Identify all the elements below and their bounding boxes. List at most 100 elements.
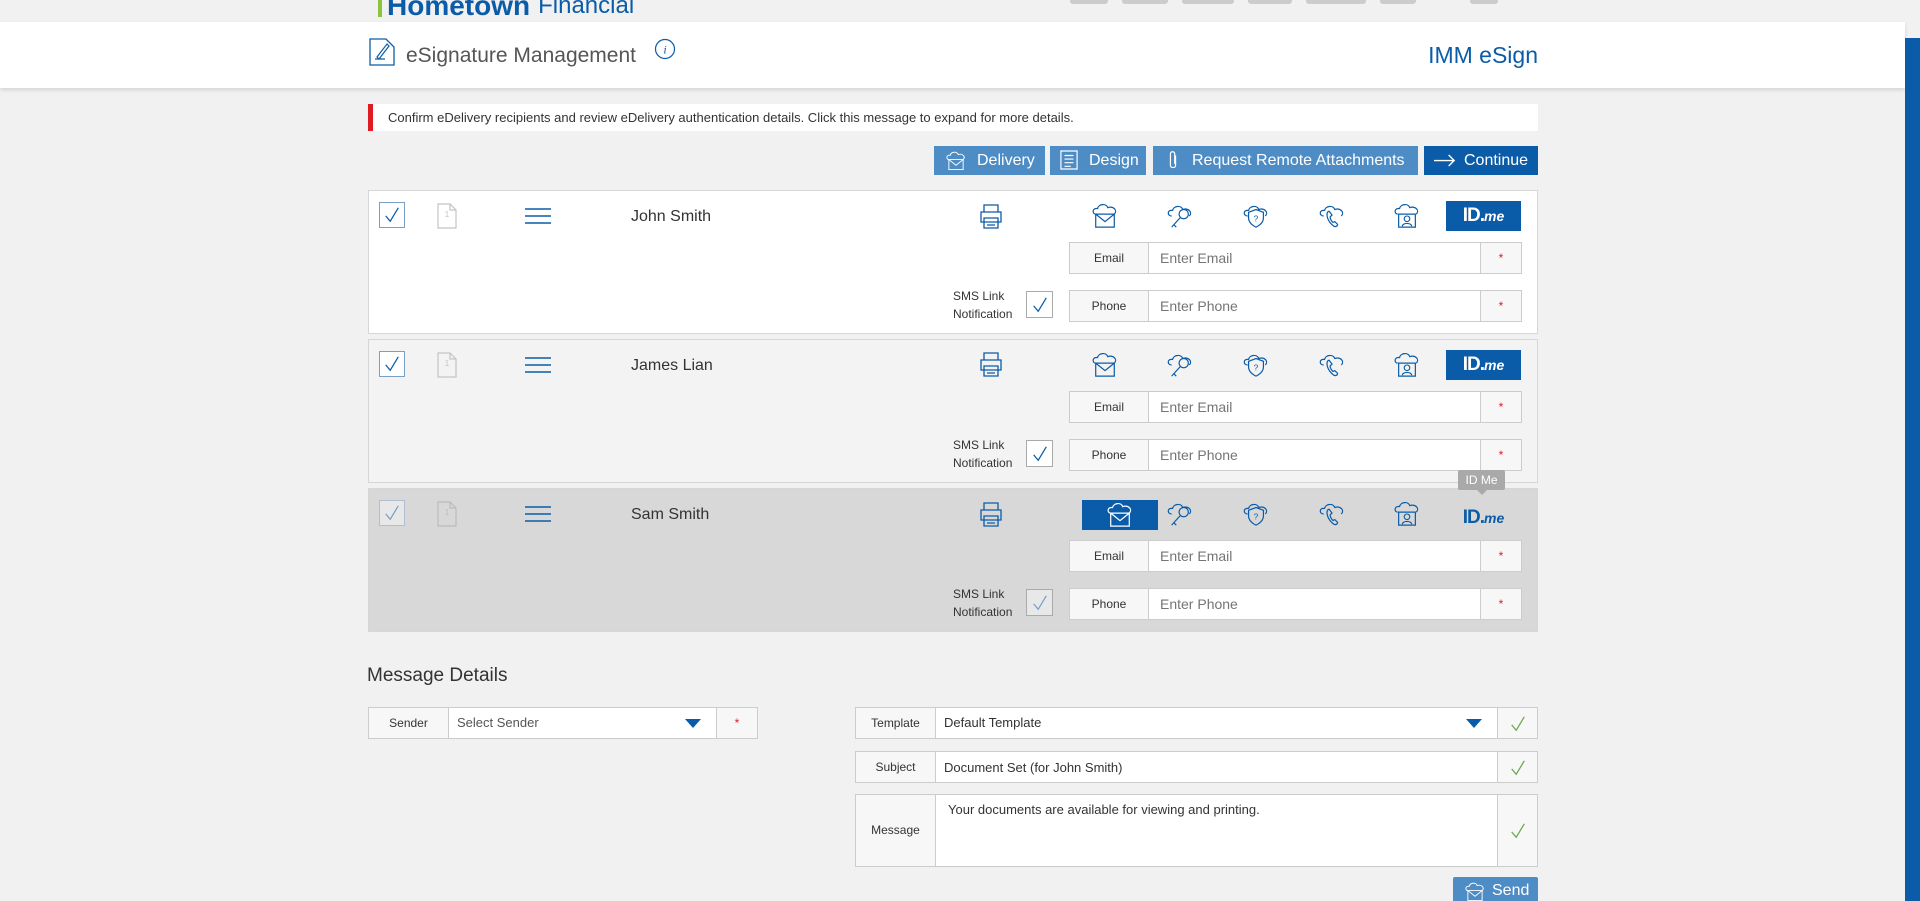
access-code-auth-icon[interactable]	[1165, 501, 1195, 527]
sender-select-value: Select Sender	[457, 715, 539, 730]
brand-suffix: Financial	[538, 0, 635, 19]
email-input[interactable]	[1148, 540, 1481, 572]
scrollbar[interactable]	[1905, 38, 1920, 901]
message-valid-indicator	[1497, 794, 1538, 867]
kba-auth-icon[interactable]	[1241, 501, 1271, 527]
continue-button-label: Continue	[1464, 152, 1529, 169]
required-indicator: *	[1480, 391, 1522, 423]
brand-name: Hometown	[387, 0, 531, 21]
recipient-select-checkbox[interactable]	[379, 351, 405, 377]
delivery-button-label: Delivery	[977, 152, 1035, 169]
phone-input[interactable]	[1148, 439, 1481, 471]
drag-handle-icon[interactable]	[525, 356, 551, 374]
product-name: IMM eSign	[1428, 42, 1538, 68]
phone-label: Phone	[1069, 290, 1149, 322]
phone-input[interactable]	[1148, 290, 1481, 322]
checkmark-icon	[1031, 296, 1049, 314]
print-icon[interactable]	[977, 500, 1005, 528]
sms-link-checkbox[interactable]	[1026, 440, 1053, 467]
email-auth-button-active[interactable]	[1082, 500, 1158, 530]
checkmark-icon	[1509, 759, 1527, 777]
top-nav-item[interactable]	[1306, 0, 1366, 4]
sms-link-label: SMS Link Notification	[953, 438, 1013, 470]
checkmark-icon	[1509, 822, 1527, 840]
cloud-mail-icon	[944, 151, 968, 171]
in-person-auth-icon[interactable]	[1392, 501, 1422, 527]
send-button[interactable]: Send	[1453, 877, 1538, 901]
checkmark-icon	[383, 504, 401, 522]
required-indicator: *	[1480, 588, 1522, 620]
delivery-button[interactable]: Delivery	[934, 146, 1045, 175]
design-button[interactable]: Design	[1050, 146, 1146, 175]
checkmark-icon	[1509, 715, 1527, 733]
sms-link-label: SMS Link Notification	[953, 289, 1013, 321]
recipient-select-checkbox[interactable]	[379, 202, 405, 228]
page-header	[0, 22, 1905, 88]
email-input[interactable]	[1148, 391, 1481, 423]
top-nav-item[interactable]	[1470, 0, 1498, 4]
design-button-label: Design	[1089, 152, 1139, 169]
top-nav-item[interactable]	[1122, 0, 1168, 4]
info-icon[interactable]	[654, 38, 676, 60]
access-code-auth-icon[interactable]	[1165, 352, 1195, 378]
in-person-auth-icon[interactable]	[1392, 203, 1422, 229]
kba-auth-icon[interactable]	[1241, 352, 1271, 378]
signing-order-icon[interactable]	[437, 352, 457, 378]
sms-link-checkbox[interactable]	[1026, 291, 1053, 318]
drag-handle-icon[interactable]	[525, 207, 551, 225]
request-remote-attachments-button[interactable]: Request Remote Attachments	[1153, 146, 1418, 175]
print-icon[interactable]	[977, 202, 1005, 230]
top-nav-item[interactable]	[1380, 0, 1416, 4]
phone-auth-icon[interactable]	[1317, 203, 1347, 229]
phone-label: Phone	[1069, 439, 1149, 471]
paperclip-icon	[1167, 150, 1179, 171]
sender-required-indicator: *	[716, 707, 758, 739]
idme-auth-button[interactable]: ID.me	[1446, 350, 1521, 380]
arrow-right-icon	[1434, 154, 1456, 167]
print-icon[interactable]	[977, 350, 1005, 378]
recipient-name: John Smith	[631, 208, 712, 225]
brand-logo[interactable]: Hometown Financial	[378, 0, 634, 21]
continue-button[interactable]: Continue	[1424, 146, 1538, 175]
message-textarea[interactable]: Your documents are available for viewing…	[935, 794, 1498, 867]
required-indicator: *	[1480, 242, 1522, 274]
email-input[interactable]	[1148, 242, 1481, 274]
recipient-name: Sam Smith	[631, 506, 710, 523]
required-indicator: *	[1480, 540, 1522, 572]
top-nav-item[interactable]	[1182, 0, 1234, 4]
idme-logo-text: ID.	[1462, 354, 1485, 375]
cloud-mail-icon	[1463, 882, 1487, 901]
idme-logo-text: ID.	[1462, 507, 1485, 528]
signing-order-icon[interactable]	[437, 203, 457, 229]
top-nav-item[interactable]	[1070, 0, 1108, 4]
idme-tooltip: ID Me	[1458, 470, 1505, 495]
in-person-auth-icon[interactable]	[1392, 352, 1422, 378]
access-code-auth-icon[interactable]	[1165, 203, 1195, 229]
email-auth-icon	[1105, 502, 1135, 528]
sms-link-checkbox[interactable]	[1026, 589, 1053, 616]
brand-mark	[378, 0, 382, 17]
edelivery-alert[interactable]: Confirm eDelivery recipients and review …	[368, 104, 1538, 131]
page-title: eSignature Management	[406, 44, 636, 67]
subject-input[interactable]	[935, 751, 1498, 783]
recipient-select-checkbox[interactable]	[379, 500, 405, 526]
sms-link-label: SMS Link Notification	[953, 587, 1013, 619]
list-document-icon	[1060, 150, 1078, 170]
required-indicator: *	[1480, 290, 1522, 322]
phone-auth-icon[interactable]	[1317, 501, 1347, 527]
kba-auth-icon[interactable]	[1241, 203, 1271, 229]
idme-auth-button[interactable]: ID.me	[1446, 201, 1521, 231]
idme-logo-text: ID.	[1462, 205, 1485, 226]
template-select[interactable]: Default Template	[935, 707, 1498, 739]
top-nav-item[interactable]	[1248, 0, 1292, 4]
drag-handle-icon[interactable]	[525, 505, 551, 523]
sender-select[interactable]: Select Sender	[448, 707, 717, 739]
phone-input[interactable]	[1148, 588, 1481, 620]
email-auth-icon[interactable]	[1090, 352, 1120, 378]
idme-auth-button[interactable]: ID.me	[1446, 503, 1521, 533]
template-valid-indicator	[1497, 707, 1538, 739]
signing-order-icon[interactable]	[437, 501, 457, 527]
template-select-value: Default Template	[944, 715, 1042, 730]
email-auth-icon[interactable]	[1090, 203, 1120, 229]
phone-auth-icon[interactable]	[1317, 352, 1347, 378]
